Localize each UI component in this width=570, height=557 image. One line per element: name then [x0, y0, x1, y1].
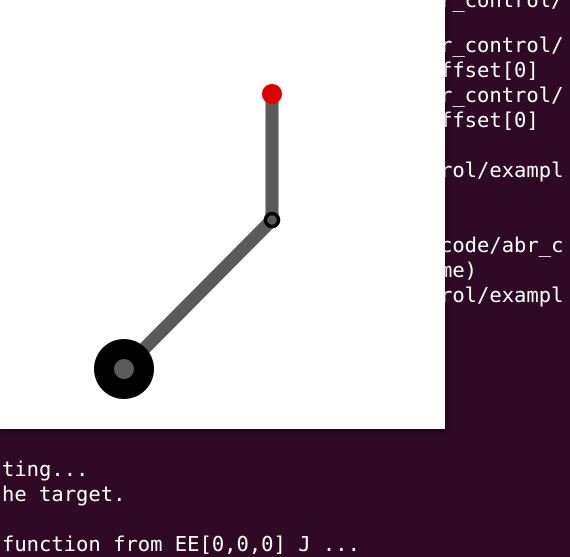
terminal-line: r_control/: [440, 33, 564, 57]
arm-simulation-window[interactable]: [0, 0, 445, 429]
arm-base-hub: [114, 359, 134, 379]
terminal-line: function from EE[0,0,0] J ...: [2, 532, 360, 556]
terminal-line: r_control/: [440, 83, 564, 107]
terminal-line: code/abr_c: [440, 233, 564, 257]
terminal-line: me): [440, 258, 478, 282]
arm-link-lower: [117, 213, 279, 376]
terminal-line: r_control/: [440, 0, 564, 12]
terminal-line: rol/exampl: [440, 283, 564, 307]
terminal-line: rol/exampl: [440, 158, 564, 182]
terminal-line: he target.: [2, 482, 126, 506]
terminal-line: ffset[0]: [440, 108, 539, 132]
arm-plot-canvas: [94, 84, 282, 399]
target-marker: [262, 84, 282, 104]
terminal-line: ting...: [2, 457, 89, 481]
arm-elbow-joint: [263, 211, 281, 229]
terminal-line: ffset[0]: [440, 58, 539, 82]
